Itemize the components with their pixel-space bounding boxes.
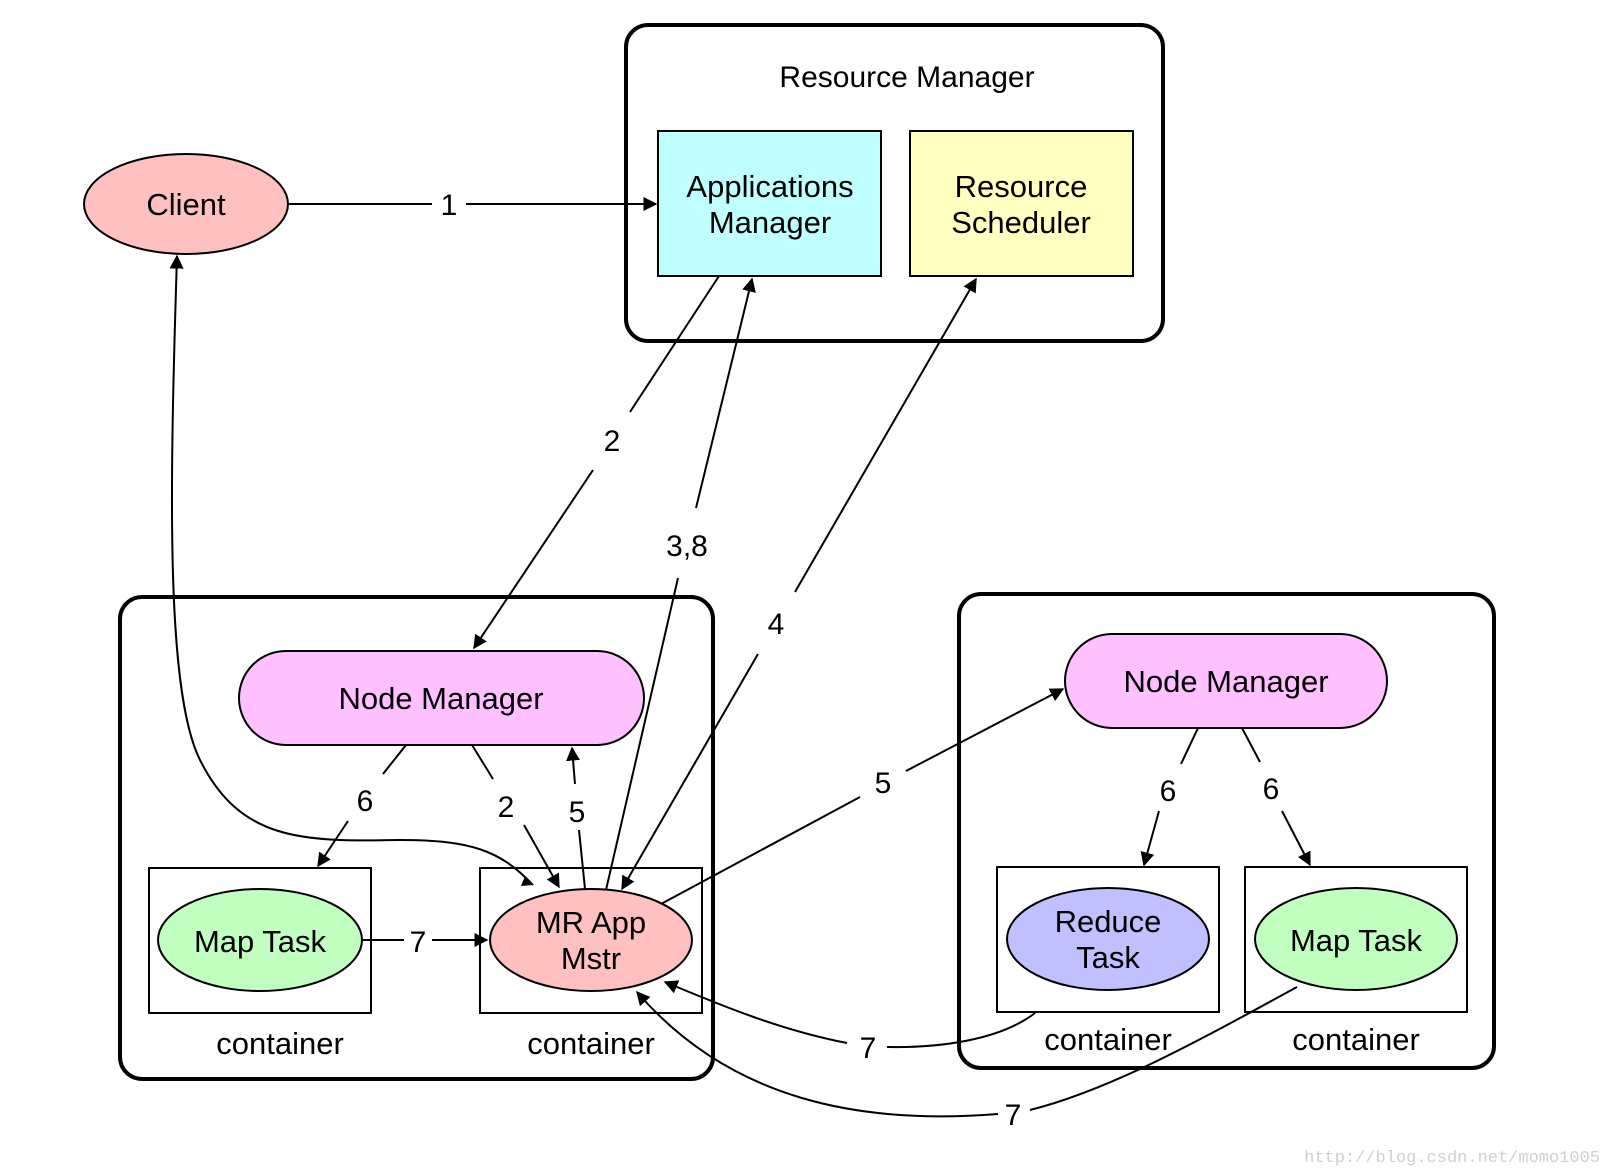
container-right-2-label: container bbox=[1292, 1022, 1420, 1057]
edge-7-reduce-label: 7 bbox=[860, 1032, 877, 1065]
client-node[interactable]: Client bbox=[83, 153, 289, 255]
edge-2-am-to-nm: 2 bbox=[473, 275, 720, 650]
edge-7-map-left: 7 bbox=[362, 926, 489, 959]
resource-manager-label: Resource Manager bbox=[779, 61, 1034, 94]
edge-6-left-line-a bbox=[382, 744, 407, 775]
edge-6-map-right-line-a bbox=[1241, 727, 1261, 763]
container-left-1-label: container bbox=[216, 1026, 344, 1061]
edge-4: 4 bbox=[621, 277, 977, 891]
edge-5-right-line-a bbox=[660, 796, 861, 905]
edge-2-label: 2 bbox=[604, 425, 621, 458]
client-label: Client bbox=[146, 187, 226, 222]
container-right-1-label: container bbox=[1044, 1022, 1172, 1057]
edge-6-left: 6 bbox=[317, 744, 407, 868]
edge-mr-to-client-line bbox=[169, 254, 534, 886]
edge-6-map-right-line-b bbox=[1281, 810, 1311, 867]
node-manager-left-label: Node Manager bbox=[338, 681, 543, 716]
watermark: http://blog.csdn.net/momo1005 bbox=[1304, 1149, 1600, 1168]
edge-6-left-line-b bbox=[317, 820, 349, 868]
edge-6-reduce-label: 6 bbox=[1160, 775, 1177, 808]
edge-6-left-label: 6 bbox=[357, 785, 374, 818]
edge-6-map-right-label: 6 bbox=[1263, 773, 1280, 806]
mr-app-master-label-line1: MR App bbox=[536, 905, 646, 940]
edge-2b-line-a bbox=[471, 744, 494, 780]
edge-5-right-label: 5 bbox=[875, 767, 892, 800]
edge-6-reduce-line-b bbox=[1140, 810, 1160, 867]
right-node-group: Node Manager Reduce Task container Map T… bbox=[957, 592, 1496, 1070]
container-left-2-label: container bbox=[527, 1026, 655, 1061]
map-task-left-label: Map Task bbox=[194, 924, 327, 959]
applications-manager-label-line2: Manager bbox=[709, 205, 831, 240]
edge-7-reduce: 7 bbox=[663, 980, 1036, 1065]
resource-scheduler-label-line2: Scheduler bbox=[951, 205, 1091, 240]
applications-manager-label-line1: Applications bbox=[686, 169, 853, 204]
edge-5-right-line-b bbox=[905, 688, 1065, 772]
edge-1-label: 1 bbox=[441, 189, 458, 222]
edge-6-map-right: 6 bbox=[1241, 727, 1311, 867]
yarn-diagram: Resource Manager Applications Manager Re… bbox=[83, 23, 1600, 1168]
edge-5-left-label: 5 bbox=[569, 796, 586, 829]
resource-scheduler-label-line1: Resource bbox=[955, 169, 1088, 204]
reduce-task-label-line2: Task bbox=[1076, 940, 1140, 975]
mr-app-master-label-line2: Mstr bbox=[561, 941, 621, 976]
edge-6-reduce: 6 bbox=[1140, 727, 1199, 867]
map-task-right-label: Map Task bbox=[1290, 923, 1423, 958]
node-manager-right-label: Node Manager bbox=[1123, 664, 1328, 699]
edge-7-map-left-label: 7 bbox=[410, 926, 427, 959]
edge-2b-label: 2 bbox=[498, 791, 515, 824]
left-node-group: Node Manager Map Task container MR App M… bbox=[118, 595, 715, 1081]
reduce-task-label-line1: Reduce bbox=[1055, 904, 1162, 939]
edge-4-label: 4 bbox=[768, 608, 785, 641]
edge-3-8: 3,8 bbox=[605, 277, 756, 891]
edge-6-reduce-line-a bbox=[1180, 727, 1199, 765]
edge-3-8-label: 3,8 bbox=[666, 530, 708, 563]
edge-1: 1 bbox=[288, 189, 658, 222]
edge-2-nm-to-mr: 2 bbox=[471, 744, 560, 889]
edge-mr-to-client bbox=[169, 254, 534, 886]
edge-7-map-right-label: 7 bbox=[1005, 1099, 1022, 1132]
edge-5-left-line-b bbox=[566, 746, 581, 785]
edge-2-line-b bbox=[473, 469, 594, 650]
